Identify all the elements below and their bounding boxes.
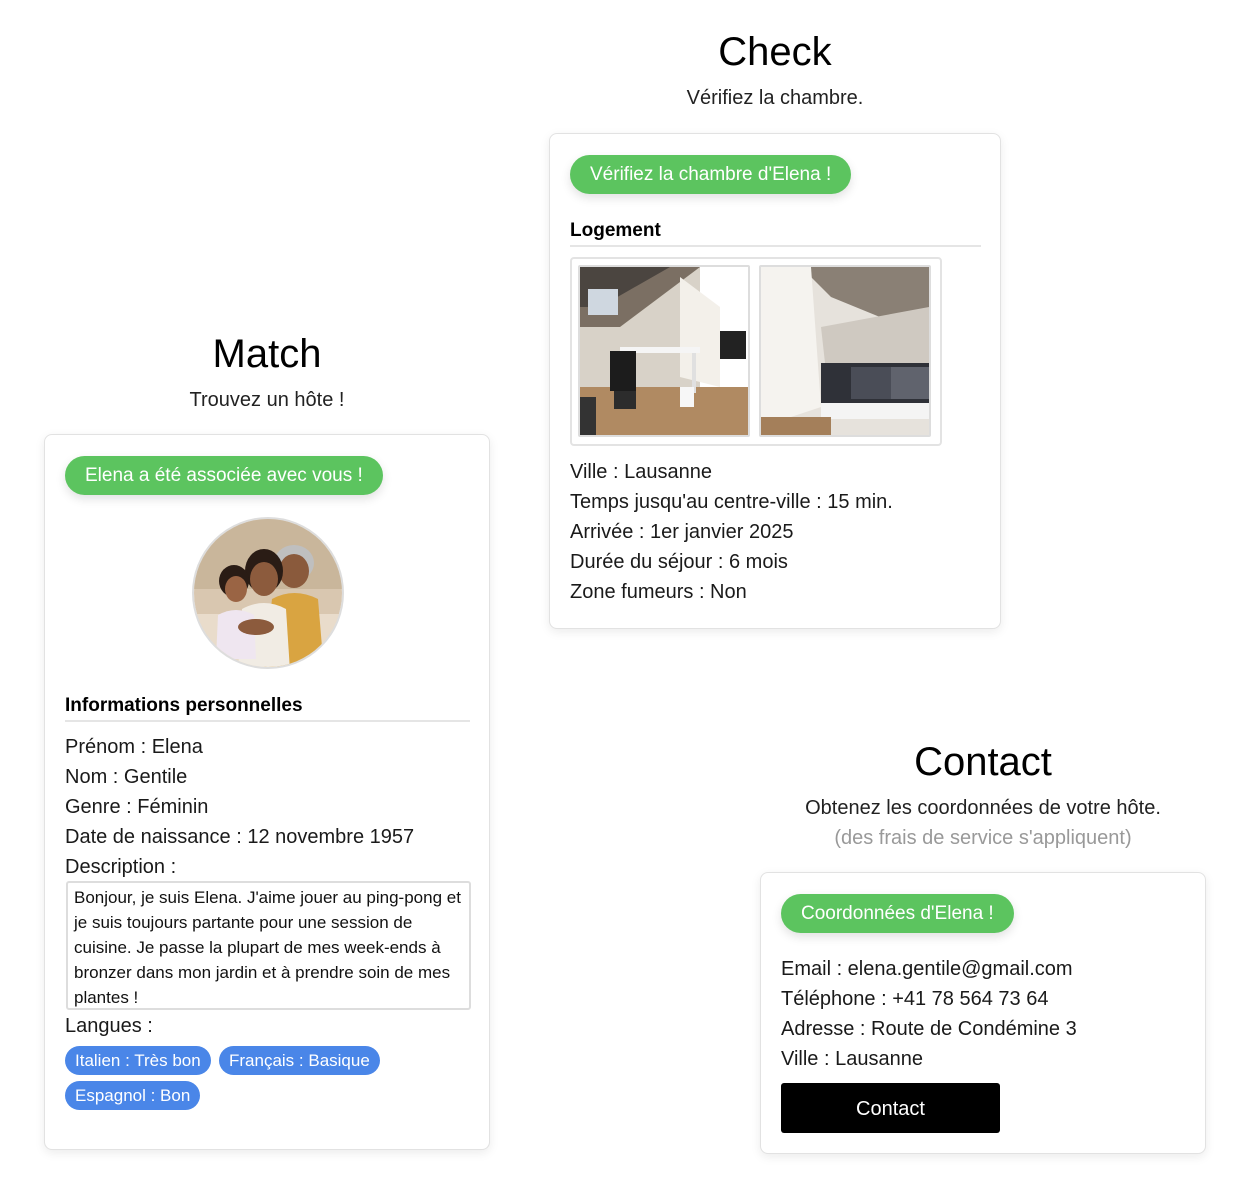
avatar xyxy=(192,517,344,669)
contact-phone: Téléphone : +41 78 564 73 64 xyxy=(781,988,1049,1010)
languages-label: Langues : xyxy=(65,1015,153,1037)
match-card: Elena a été associée avec vous ! Informa… xyxy=(44,434,490,1150)
contact-badge: Coordonnées d'Elena ! xyxy=(781,894,1014,933)
description-label: Description : xyxy=(65,856,177,878)
contact-email: Email : elena.gentile@gmail.com xyxy=(781,958,1073,980)
check-subtitle: Vérifiez la chambre. xyxy=(686,87,864,109)
language-pill-italian: Italien : Très bon xyxy=(65,1046,211,1075)
gender: Genre : Féminin xyxy=(65,796,209,818)
first-name: Prénom : Elena xyxy=(65,736,203,758)
contact-button[interactable]: Contact xyxy=(781,1083,1000,1133)
match-title: Match xyxy=(212,332,322,376)
language-pill-french: Français : Basique xyxy=(219,1046,380,1075)
check-arrival: Arrivée : 1er janvier 2025 xyxy=(570,521,794,543)
language-pill-spanish: Espagnol : Bon xyxy=(65,1081,201,1110)
check-time-to-center: Temps jusqu'au centre-ville : 15 min. xyxy=(570,491,893,513)
check-badge: Vérifiez la chambre d'Elena ! xyxy=(570,155,852,194)
room-bed-photo-icon xyxy=(761,267,929,435)
contact-subtitle: Obtenez les coordonnées de votre hôte. xyxy=(805,797,1161,819)
match-subtitle: Trouvez un hôte ! xyxy=(189,389,345,411)
check-title: Check xyxy=(718,30,832,74)
contact-city: Ville : Lausanne xyxy=(781,1048,923,1070)
check-smoking: Zone fumeurs : Non xyxy=(570,581,747,603)
family-photo-icon xyxy=(194,519,342,667)
check-city: Ville : Lausanne xyxy=(570,461,712,483)
match-badge: Elena a été associée avec vous ! xyxy=(65,456,383,495)
contact-fee-note: (des frais de service s'appliquent) xyxy=(834,827,1132,849)
room-desk-photo xyxy=(578,265,750,437)
room-photos xyxy=(570,257,942,446)
description-box: Bonjour, je suis Elena. J'aime jouer au … xyxy=(66,881,471,1010)
last-name: Nom : Gentile xyxy=(65,766,188,788)
personal-info-heading: Informations personnelles xyxy=(65,695,470,722)
check-card: Vérifiez la chambre d'Elena ! Logement V… xyxy=(549,133,1001,629)
room-bed-photo xyxy=(759,265,931,437)
room-desk-photo-icon xyxy=(580,267,748,435)
contact-address: Adresse : Route de Condémine 3 xyxy=(781,1018,1077,1040)
contact-title: Contact xyxy=(914,740,1052,784)
housing-heading: Logement xyxy=(570,220,981,247)
contact-card: Coordonnées d'Elena ! Email : elena.gent… xyxy=(760,872,1206,1154)
check-duration: Durée du séjour : 6 mois xyxy=(570,551,788,573)
birth-date: Date de naissance : 12 novembre 1957 xyxy=(65,826,415,848)
